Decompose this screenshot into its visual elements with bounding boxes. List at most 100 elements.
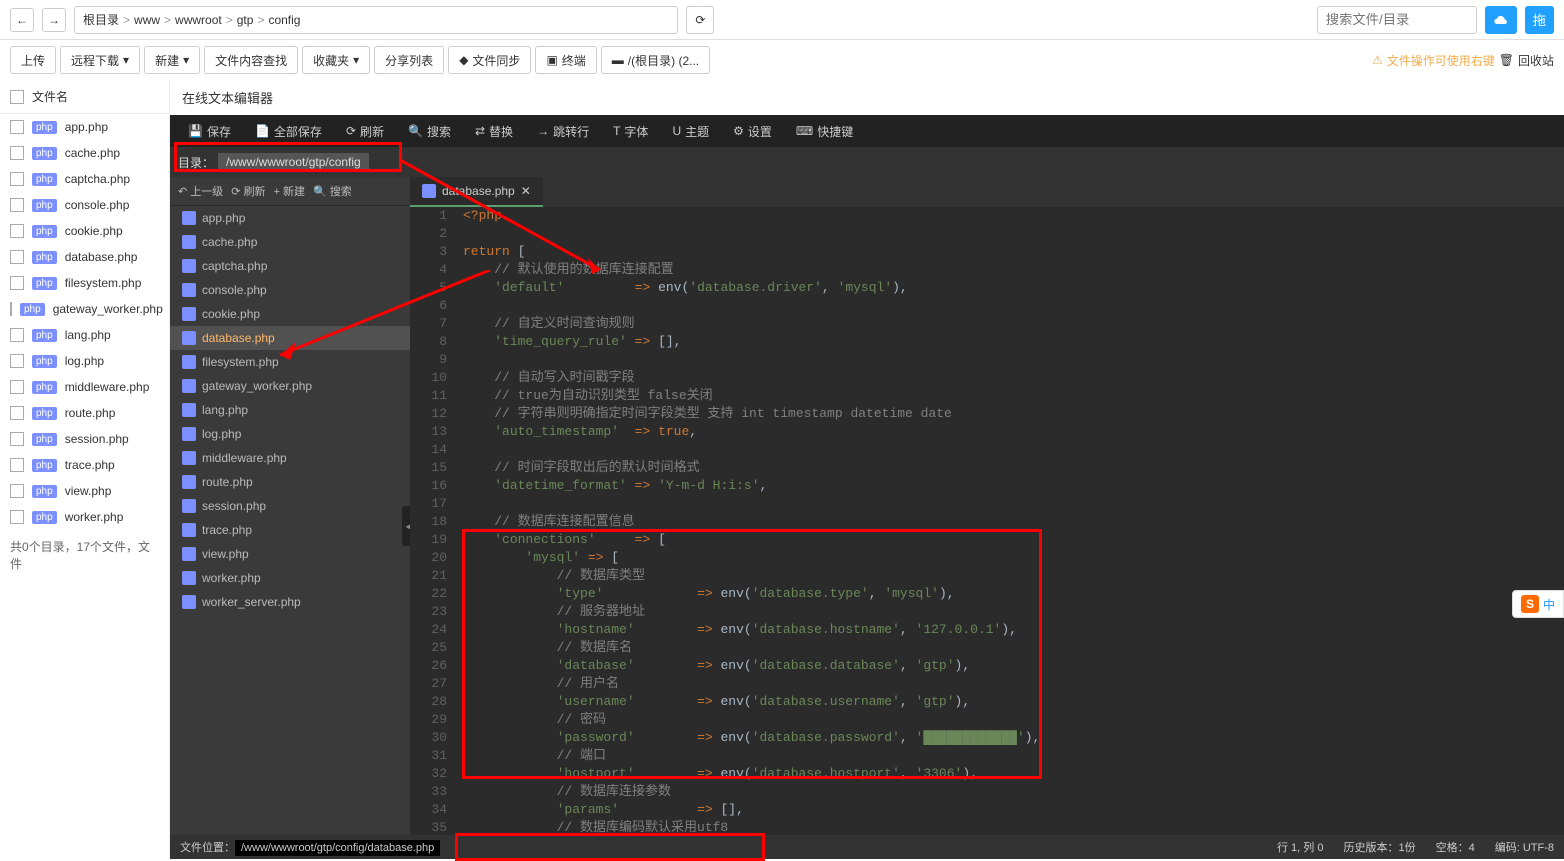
- tree-item[interactable]: cookie.php: [170, 302, 410, 326]
- status-spaces[interactable]: 空格：4: [1436, 839, 1475, 855]
- file-checkbox[interactable]: [10, 250, 24, 264]
- code-line[interactable]: // 自定义时间查询规则: [463, 315, 1564, 333]
- code-line[interactable]: [463, 297, 1564, 315]
- file-checkbox[interactable]: [10, 510, 24, 524]
- favorites-button[interactable]: 收藏夹 ▾: [302, 46, 370, 74]
- file-row[interactable]: phptrace.php: [0, 452, 169, 478]
- upload-button[interactable]: 上传: [10, 46, 56, 74]
- content-search-button[interactable]: 文件内容查找: [204, 46, 298, 74]
- file-checkbox[interactable]: [10, 302, 12, 316]
- tree-item[interactable]: worker_server.php: [170, 590, 410, 614]
- code-line[interactable]: // 服务器地址: [463, 603, 1564, 621]
- file-checkbox[interactable]: [10, 172, 24, 186]
- code-line[interactable]: // 用户名: [463, 675, 1564, 693]
- font-button[interactable]: T 字体: [603, 115, 658, 147]
- tree-search-button[interactable]: 🔍 搜索: [313, 183, 352, 199]
- code-line[interactable]: 'password' => env('database.password', '…: [463, 729, 1564, 747]
- file-checkbox[interactable]: [10, 198, 24, 212]
- goto-button[interactable]: → 跳转行: [527, 115, 599, 147]
- code-line[interactable]: // 端口: [463, 747, 1564, 765]
- terminal-button[interactable]: ▣ 终端: [535, 46, 596, 74]
- file-checkbox[interactable]: [10, 354, 24, 368]
- file-checkbox[interactable]: [10, 432, 24, 446]
- code-line[interactable]: // 数据库连接配置信息: [463, 513, 1564, 531]
- file-row[interactable]: phpdatabase.php: [0, 244, 169, 270]
- search-button[interactable]: 🔍 搜索: [398, 115, 461, 147]
- code-line[interactable]: // 字符串则明确指定时间字段类型 支持 int timestamp datet…: [463, 405, 1564, 423]
- theme-button[interactable]: U 主题: [662, 115, 719, 147]
- code-line[interactable]: [463, 351, 1564, 369]
- file-checkbox[interactable]: [10, 276, 24, 290]
- file-checkbox[interactable]: [10, 406, 24, 420]
- file-checkbox[interactable]: [10, 328, 24, 342]
- file-row[interactable]: phpmiddleware.php: [0, 374, 169, 400]
- file-row[interactable]: phpcache.php: [0, 140, 169, 166]
- code-line[interactable]: // 密码: [463, 711, 1564, 729]
- code-line[interactable]: 'params' => [],: [463, 801, 1564, 819]
- file-row[interactable]: phpfilesystem.php: [0, 270, 169, 296]
- code-line[interactable]: // 数据库编码默认采用utf8: [463, 819, 1564, 835]
- new-button[interactable]: 新建 ▾: [144, 46, 200, 74]
- breadcrumb-item[interactable]: 根目录: [83, 11, 119, 28]
- save-all-button[interactable]: 📄 全部保存: [245, 115, 332, 147]
- file-checkbox[interactable]: [10, 146, 24, 160]
- share-list-button[interactable]: 分享列表: [374, 46, 444, 74]
- nav-back-button[interactable]: ←: [10, 8, 34, 32]
- close-tab-icon[interactable]: ✕: [521, 184, 531, 198]
- breadcrumb-item[interactable]: gtp: [237, 13, 254, 27]
- code-tab[interactable]: database.php ✕: [410, 177, 543, 207]
- code-line[interactable]: 'connections' => [: [463, 531, 1564, 549]
- tree-item[interactable]: app.php: [170, 206, 410, 230]
- remote-download-button[interactable]: 远程下载 ▾: [60, 46, 140, 74]
- code-line[interactable]: [463, 225, 1564, 243]
- code-line[interactable]: 'type' => env('database.type', 'mysql'),: [463, 585, 1564, 603]
- tree-item[interactable]: cache.php: [170, 230, 410, 254]
- file-row[interactable]: phpview.php: [0, 478, 169, 504]
- file-checkbox[interactable]: [10, 380, 24, 394]
- status-encoding[interactable]: 编码: UTF-8: [1495, 839, 1554, 855]
- code-line[interactable]: 'time_query_rule' => [],: [463, 333, 1564, 351]
- code-line[interactable]: // 数据库名: [463, 639, 1564, 657]
- code-line[interactable]: 'default' => env('database.driver', 'mys…: [463, 279, 1564, 297]
- file-row[interactable]: phpsession.php: [0, 426, 169, 452]
- tree-refresh-button[interactable]: ⟳ 刷新: [231, 183, 265, 199]
- status-history[interactable]: 历史版本：1份: [1343, 839, 1415, 855]
- replace-button[interactable]: ⇄ 替换: [465, 115, 523, 147]
- breadcrumb-item[interactable]: wwwroot: [175, 13, 222, 27]
- code-line[interactable]: 'auto_timestamp' => true,: [463, 423, 1564, 441]
- file-row[interactable]: phpcaptcha.php: [0, 166, 169, 192]
- code-line[interactable]: // 数据库类型: [463, 567, 1564, 585]
- file-row[interactable]: phpapp.php: [0, 114, 169, 140]
- code-line[interactable]: // 自动写入时间戳字段: [463, 369, 1564, 387]
- drag-button[interactable]: 拖: [1525, 6, 1554, 34]
- tree-new-button[interactable]: + 新建: [274, 183, 305, 199]
- file-row[interactable]: phpworker.php: [0, 504, 169, 530]
- tree-item[interactable]: trace.php: [170, 518, 410, 542]
- file-row[interactable]: phplang.php: [0, 322, 169, 348]
- save-button[interactable]: 💾 保存: [178, 115, 241, 147]
- nav-forward-button[interactable]: →: [42, 8, 66, 32]
- settings-button[interactable]: ⚙ 设置: [723, 115, 782, 147]
- refresh-button[interactable]: ⟳: [686, 6, 714, 34]
- code-line[interactable]: 'database' => env('database.database', '…: [463, 657, 1564, 675]
- tree-item[interactable]: log.php: [170, 422, 410, 446]
- file-row[interactable]: phplog.php: [0, 348, 169, 374]
- breadcrumb[interactable]: 根目录>www>wwwroot>gtp>config: [74, 6, 678, 34]
- tree-item[interactable]: database.php: [170, 326, 410, 350]
- code-line[interactable]: // 时间字段取出后的默认时间格式: [463, 459, 1564, 477]
- tree-item[interactable]: filesystem.php: [170, 350, 410, 374]
- file-row[interactable]: phpcookie.php: [0, 218, 169, 244]
- file-checkbox[interactable]: [10, 484, 24, 498]
- tree-item[interactable]: view.php: [170, 542, 410, 566]
- code-line[interactable]: 'hostname' => env('database.hostname', '…: [463, 621, 1564, 639]
- code-line[interactable]: 'hostport' => env('database.hostport', '…: [463, 765, 1564, 783]
- file-checkbox[interactable]: [10, 224, 24, 238]
- select-all-checkbox[interactable]: [10, 90, 24, 104]
- file-row[interactable]: phpgateway_worker.php: [0, 296, 169, 322]
- cloud-button[interactable]: [1485, 6, 1517, 34]
- tree-item[interactable]: console.php: [170, 278, 410, 302]
- root-dir-button[interactable]: ▬ /(根目录) (2...: [601, 46, 710, 74]
- file-sync-button[interactable]: ◆ 文件同步: [448, 46, 531, 74]
- tree-item[interactable]: gateway_worker.php: [170, 374, 410, 398]
- file-row[interactable]: phproute.php: [0, 400, 169, 426]
